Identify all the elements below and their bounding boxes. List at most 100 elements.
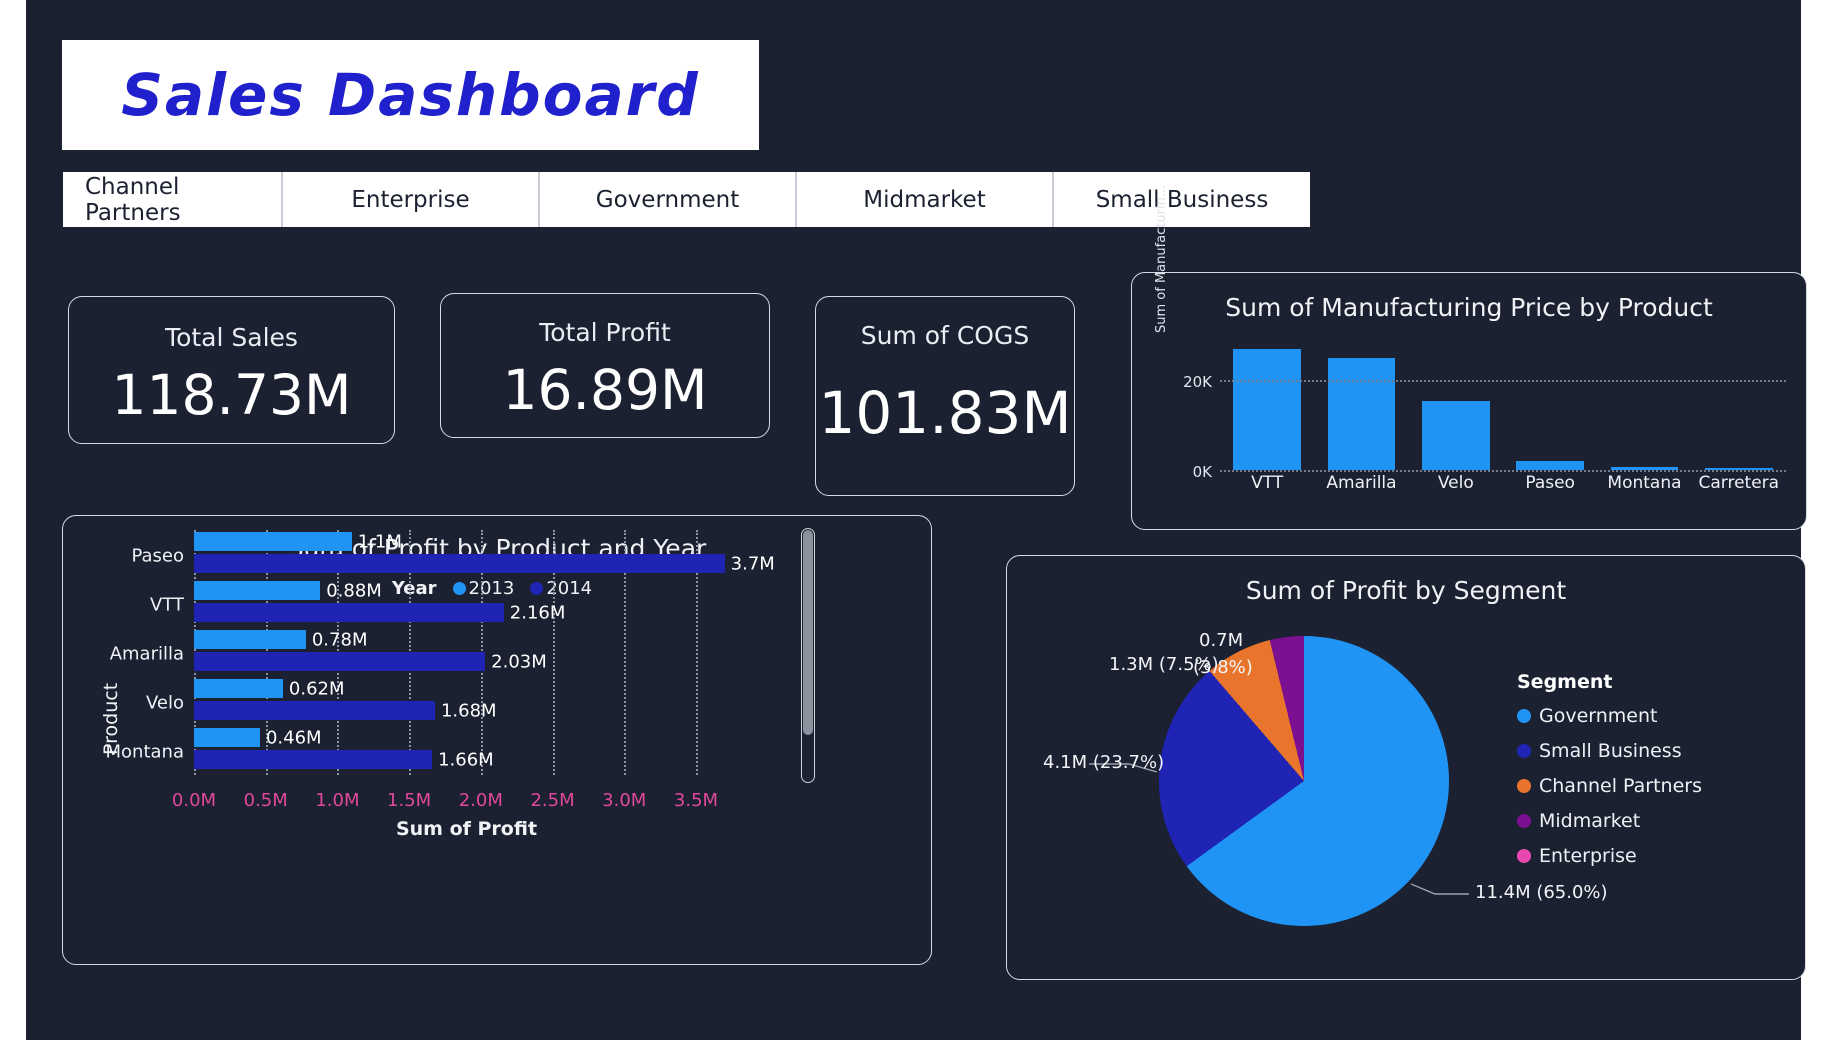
legend-dot	[1517, 709, 1531, 723]
category-label: VTT	[150, 594, 184, 616]
bar-rect[interactable]	[194, 581, 321, 600]
profit-chart-plot: Paseo 1.1M 3.7M VTT 0.88M 2.16M Amarilla 0.78M 2…	[106, 530, 775, 775]
tab-government[interactable]: Government	[540, 172, 797, 227]
x-tick-label: Montana	[1607, 473, 1682, 493]
kpi-value-total-sales: 118.73M	[111, 363, 352, 427]
segment-legend-item-midmarket[interactable]: Midmarket	[1517, 810, 1702, 832]
bar-group-vtt: VTT 0.88M 2.16M	[150, 580, 739, 630]
category-label: Paseo	[131, 545, 184, 567]
segment-slicer[interactable]: Channel Partners Enterprise Government M…	[63, 172, 1310, 227]
x-tick-label: Velo	[1437, 473, 1474, 493]
manufacturing-price-plot: 0K 20K	[1183, 335, 1786, 481]
segment-legend[interactable]: Segment Government Small Business Channel …	[1517, 671, 1702, 880]
bar-2013[interactable]: 0.88M	[194, 580, 382, 601]
title-banner: Sales Dashboard	[62, 40, 759, 150]
bar-rect[interactable]	[194, 652, 486, 671]
legend-dot	[1517, 814, 1531, 828]
legend-label: Enterprise	[1539, 845, 1637, 867]
bar-2014[interactable]: 3.7M	[194, 553, 775, 574]
x-tick-label: Amarilla	[1326, 473, 1397, 493]
y-tick-label: 20K	[1183, 373, 1212, 391]
bar-rect[interactable]	[194, 630, 306, 649]
x-tick-label: 2.0M	[458, 790, 503, 811]
legend-label: Government	[1539, 705, 1658, 727]
legend-label: Midmarket	[1539, 810, 1641, 832]
tab-channel-partners[interactable]: Channel Partners	[63, 172, 283, 227]
profit-chart-scrollbar-thumb[interactable]	[803, 530, 813, 735]
kpi-title-sum-of-cogs: Sum of COGS	[860, 321, 1030, 350]
gridline: 0K	[1193, 463, 1786, 481]
pie-label-small-business: 4.1M (23.7%)	[1043, 752, 1165, 773]
legend-label: Channel Partners	[1539, 775, 1702, 797]
bar-rect[interactable]	[194, 701, 435, 720]
profit-by-segment-chart[interactable]: Sum of Profit by Segment 0.7M (3.8%) 1.3…	[1006, 555, 1806, 980]
pie-label-government: 11.4M (65.0%)	[1475, 882, 1608, 903]
kpi-title-total-profit: Total Profit	[539, 318, 671, 347]
manufacturing-price-chart[interactable]: Sum of Manufacturing Price by Product Su…	[1131, 185, 1807, 530]
bar-2013[interactable]: 0.78M	[194, 629, 367, 650]
x-tick-label: 3.5M	[673, 790, 719, 811]
bar-2014[interactable]: 1.68M	[194, 700, 497, 721]
bar-rect[interactable]	[194, 750, 433, 769]
bar-rect[interactable]	[1327, 357, 1396, 470]
tab-midmarket[interactable]: Midmarket	[797, 172, 1054, 227]
legend-dot	[1517, 849, 1531, 863]
x-tick-label: Paseo	[1525, 473, 1575, 493]
bar-rect[interactable]	[194, 554, 725, 573]
pie-label-channel-partners: 1.3M (7.5%)	[1109, 654, 1219, 675]
report-page: Sales Dashboard Channel Partners Enterpr…	[26, 0, 1807, 1040]
bar-value-label: 0.78M	[311, 629, 368, 650]
bar-rect[interactable]	[1421, 401, 1490, 470]
bar-2013[interactable]: 0.46M	[194, 727, 322, 748]
bar-rect[interactable]	[194, 728, 260, 747]
bar-2014[interactable]: 2.03M	[194, 651, 547, 672]
category-label: Velo	[145, 692, 184, 714]
bar-value-label: 2.16M	[509, 602, 566, 623]
gridline: 20K	[1183, 373, 1786, 391]
bar-rect[interactable]	[194, 679, 283, 698]
kpi-card-total-sales[interactable]: Total Sales 118.73M	[68, 296, 395, 444]
segment-legend-item-government[interactable]: Government	[1517, 705, 1702, 727]
bar-value-label: 2.03M	[491, 651, 547, 672]
y-tick-label: 0K	[1192, 463, 1212, 481]
manufacturing-bar-velo[interactable]	[1409, 335, 1503, 470]
bar-2013[interactable]: 0.62M	[194, 678, 345, 699]
kpi-card-total-profit[interactable]: Total Profit 16.89M	[440, 293, 770, 438]
bar-2014[interactable]: 2.16M	[194, 602, 565, 623]
pie-graphic[interactable]	[1159, 636, 1449, 926]
segment-legend-item-channel-partners[interactable]: Channel Partners	[1517, 775, 1702, 797]
category-label: Amarilla	[109, 643, 184, 665]
kpi-card-sum-of-cogs[interactable]: Sum of COGS 101.83M	[815, 296, 1075, 496]
manufacturing-bar-vtt[interactable]	[1220, 335, 1314, 470]
segment-legend-items[interactable]: Government Small Business Channel Partners…	[1517, 705, 1702, 867]
manufacturing-bar-carretera[interactable]	[1692, 335, 1786, 470]
legend-dot	[1517, 779, 1531, 793]
bar-rect[interactable]	[194, 603, 504, 622]
segment-legend-item-enterprise[interactable]: Enterprise	[1517, 845, 1702, 867]
manufacturing-price-x-labels: VTT Amarilla Velo Paseo Montana Carretera	[1220, 473, 1786, 493]
bar-rect[interactable]	[194, 532, 352, 551]
segment-legend-item-small-business[interactable]: Small Business	[1517, 740, 1702, 762]
tab-enterprise[interactable]: Enterprise	[283, 172, 540, 227]
profit-chart-scrollbar[interactable]	[801, 528, 815, 783]
legend-dot	[1517, 744, 1531, 758]
page-title: Sales Dashboard	[121, 61, 700, 129]
manufacturing-bar-paseo[interactable]	[1503, 335, 1597, 470]
bar-2014[interactable]: 1.66M	[194, 749, 494, 770]
x-tick-label: 1.5M	[387, 790, 432, 811]
bar-value-label: 1.66M	[438, 749, 494, 770]
manufacturing-bar-montana[interactable]	[1597, 335, 1691, 470]
bar-2013[interactable]: 1.1M	[194, 531, 402, 552]
bar-value-label: 1.1M	[357, 531, 402, 552]
bar-value-label: 3.7M	[730, 553, 775, 574]
bar-group-velo: Velo 0.62M 1.68M	[146, 678, 739, 728]
manufacturing-bar-amarilla[interactable]	[1314, 335, 1408, 470]
x-tick-label: 3.0M	[602, 790, 647, 811]
x-tick-label: 2.5M	[530, 790, 575, 811]
manufacturing-price-bars	[1220, 335, 1786, 470]
bar-rect[interactable]	[1233, 348, 1302, 470]
manufacturing-price-chart-title: Sum of Manufacturing Price by Product	[1225, 293, 1713, 322]
tab-small-business[interactable]: Small Business	[1054, 172, 1310, 227]
bar-rect[interactable]	[1516, 461, 1585, 470]
kpi-value-sum-of-cogs: 101.83M	[818, 379, 1072, 447]
